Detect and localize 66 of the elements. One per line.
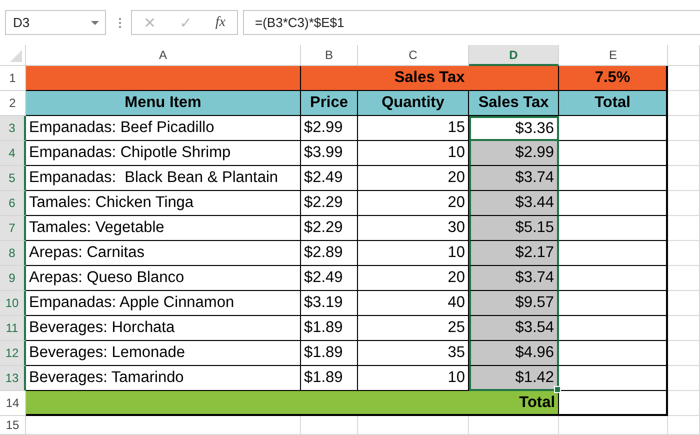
row-header[interactable]: 8: [0, 241, 26, 266]
table-cell: $5.15: [469, 216, 559, 241]
table-cell: $2.49: [301, 166, 358, 191]
row-header[interactable]: 11: [0, 316, 26, 341]
insert-function-button[interactable]: fx: [215, 14, 226, 30]
table-cell: Arepas: Queso Blanco: [26, 266, 301, 291]
row-header[interactable]: 10: [0, 291, 26, 316]
table-cell: Beverages: Horchata: [26, 316, 301, 341]
cell-reference: D3: [13, 15, 30, 30]
table-cell[interactable]: $3.36: [469, 116, 559, 141]
row-header[interactable]: 3: [0, 116, 26, 141]
table-cell: Arepas: Carnitas: [26, 241, 301, 266]
row-header[interactable]: 5: [0, 166, 26, 191]
table-cell: $3.74: [469, 266, 559, 291]
dropdown-caret-icon[interactable]: [91, 20, 99, 24]
column-heading: Menu Item: [26, 91, 301, 116]
column-header[interactable]: A: [26, 45, 301, 66]
table-cell: $4.96: [469, 341, 559, 366]
column-header[interactable]: [668, 45, 700, 66]
tax-rate-cell: 7.5%: [559, 66, 668, 91]
column-header[interactable]: E: [559, 45, 668, 66]
column-heading: Quantity: [358, 91, 469, 116]
table-cell: 15: [358, 116, 469, 141]
column-header[interactable]: C: [358, 45, 469, 66]
table-cell: $2.99: [469, 141, 559, 166]
table-cell: $2.29: [301, 191, 358, 216]
formula-field[interactable]: =(B3*C3)*$E$1: [243, 10, 700, 35]
table-title: Sales Tax: [301, 66, 559, 91]
table-cell: $3.44: [469, 191, 559, 216]
table-cell: Tamales: Chicken Tinga: [26, 191, 301, 216]
table-cell: $3.74: [469, 166, 559, 191]
table-cell: $3.19: [301, 291, 358, 316]
table-cell: $1.42: [469, 366, 559, 391]
table-cell: Empanadas: Beef Picadillo: [26, 116, 301, 141]
row-header[interactable]: 2: [0, 91, 26, 116]
table-cell: $2.17: [469, 241, 559, 266]
column-heading: Total: [559, 91, 668, 116]
table-cell: $9.57: [469, 291, 559, 316]
row-header[interactable]: 7: [0, 216, 26, 241]
table-cell: $3.99: [301, 141, 358, 166]
row-header[interactable]: 9: [0, 266, 26, 291]
table-cell: $2.99: [301, 116, 358, 141]
row-header[interactable]: 15: [0, 416, 26, 435]
total-label: Total: [26, 391, 559, 416]
name-box[interactable]: D3: [5, 10, 106, 35]
table-cell: Empanadas: Chipotle Shrimp: [26, 141, 301, 166]
column-heading: Sales Tax: [469, 91, 559, 116]
row-header[interactable]: 12: [0, 341, 26, 366]
table-cell: $1.89: [301, 316, 358, 341]
column-heading: Price: [301, 91, 358, 116]
row-header[interactable]: 13: [0, 366, 26, 391]
row-header[interactable]: 4: [0, 141, 26, 166]
row-header[interactable]: 1: [0, 66, 26, 91]
row-header[interactable]: 6: [0, 191, 26, 216]
table-cell: $2.89: [301, 241, 358, 266]
table-cell: Empanadas: Apple Cinnamon: [26, 291, 301, 316]
table-cell: $3.54: [469, 316, 559, 341]
column-header[interactable]: B: [301, 45, 358, 66]
table-cell: Beverages: Lemonade: [26, 341, 301, 366]
table-cell: Empanadas: Black Bean & Plantain: [26, 166, 301, 191]
table-cell: $1.89: [301, 341, 358, 366]
row-header[interactable]: 14: [0, 391, 26, 416]
table-cell: $2.49: [301, 266, 358, 291]
table-cell: Tamales: Vegetable: [26, 216, 301, 241]
table-cell: $2.29: [301, 216, 358, 241]
column-header[interactable]: D: [469, 45, 559, 66]
